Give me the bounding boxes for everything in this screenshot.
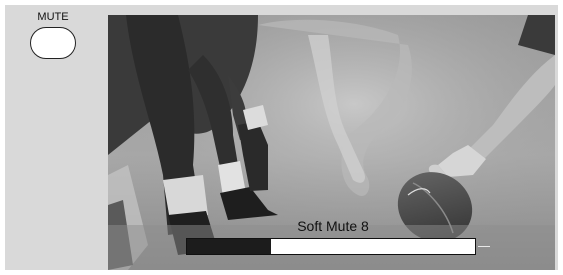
mute-button[interactable] — [30, 27, 76, 59]
bar-pointer-tick — [478, 246, 490, 247]
mute-button-label: MUTE — [37, 11, 69, 23]
volume-level-fill — [187, 239, 271, 254]
soft-mute-label: Soft Mute 8 — [297, 218, 369, 234]
volume-level-bar — [186, 238, 476, 255]
